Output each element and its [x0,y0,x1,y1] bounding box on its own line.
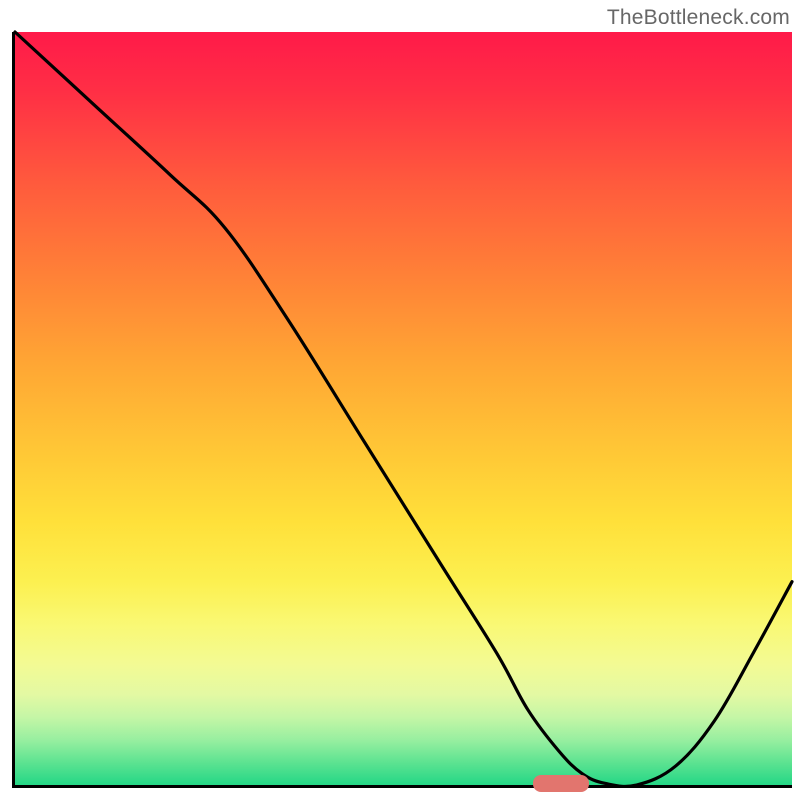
optimal-marker [533,775,589,792]
bottleneck-curve [15,32,792,786]
chart-plot-area [12,32,792,788]
curve-svg [15,32,792,785]
watermark-text: TheBottleneck.com [607,6,790,30]
